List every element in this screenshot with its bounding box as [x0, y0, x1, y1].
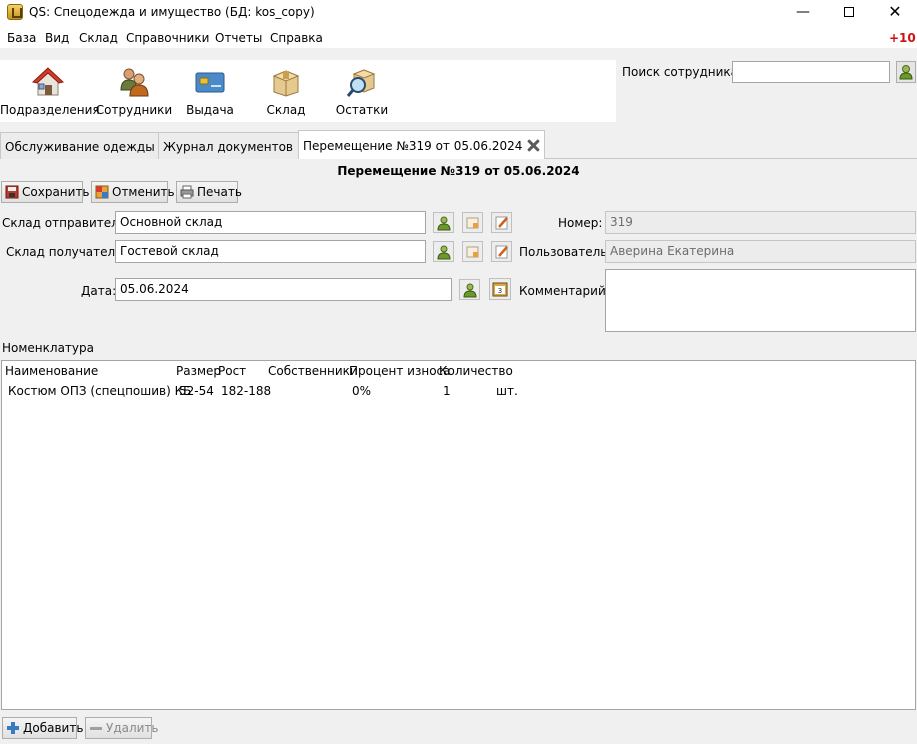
plus-icon: [7, 722, 19, 734]
card-icon: [195, 72, 225, 93]
window-title: QS: Спецодежда и имущество (БД: kos_copy…: [29, 5, 315, 19]
menu-item-sklad[interactable]: Склад: [79, 31, 118, 45]
close-window-button[interactable]: ✕: [872, 0, 917, 26]
column-header-owners[interactable]: Собственники: [268, 364, 358, 378]
add-item-button[interactable]: Добавить: [2, 717, 83, 739]
person-select-icon: [437, 216, 451, 231]
box-search-icon: [346, 69, 376, 97]
printer-icon: [180, 185, 194, 199]
app-lock-icon: [7, 4, 23, 20]
receiver-warehouse-label: Склад получатель:: [6, 245, 127, 259]
cancel-button-label: Отменить: [112, 185, 175, 199]
document-tabs: Обслуживание одежды Журнал документов Пе…: [0, 130, 917, 160]
date-label: Дата:: [81, 284, 117, 298]
employee-search-input[interactable]: [732, 61, 890, 83]
house-icon: [32, 67, 64, 96]
menu-item-spravka[interactable]: Справка: [270, 31, 323, 45]
cell-wear: 0%: [352, 384, 372, 398]
menu-item-otchety[interactable]: Отчеты: [215, 31, 262, 45]
toolbar-button-stock[interactable]: Остатки: [314, 60, 410, 122]
pencil-icon: [495, 245, 508, 259]
pencil-icon: [495, 216, 508, 230]
column-header-quantity[interactable]: Количество: [439, 364, 513, 378]
minus-icon: [90, 727, 102, 730]
undo-icon: [95, 185, 109, 199]
tab-label: Перемещение №319 от 05.06.2024: [303, 139, 523, 153]
open-card-icon: [466, 246, 479, 258]
nomenclature-label: Номенклатура: [2, 341, 94, 355]
calendar-button[interactable]: 3: [489, 278, 511, 300]
employee-search-label: Поиск сотрудника:: [622, 65, 743, 79]
sender-select-button[interactable]: [433, 212, 454, 233]
sender-warehouse-label: Склад отправитель:: [2, 216, 130, 230]
employee-search-button[interactable]: [896, 61, 916, 83]
maximize-icon: [844, 7, 854, 17]
column-header-name[interactable]: Наименование: [5, 364, 98, 378]
cell-height: 182-188: [221, 384, 272, 398]
tab-label: Журнал документов: [163, 140, 294, 154]
tab-label: Обслуживание одежды: [5, 140, 155, 154]
maximize-button[interactable]: [826, 0, 872, 26]
comment-field[interactable]: [605, 269, 916, 332]
document-title: Перемещение №319 от 05.06.2024: [337, 164, 580, 178]
sender-open-button[interactable]: [462, 212, 483, 233]
menu-item-baza[interactable]: База: [7, 31, 36, 45]
delete-item-label: Удалить: [106, 721, 159, 735]
tab-clothing-service[interactable]: Обслуживание одежды: [0, 132, 178, 159]
person-select-icon: [437, 245, 451, 260]
delete-item-button[interactable]: Удалить: [85, 717, 159, 739]
sender-edit-button[interactable]: [491, 212, 512, 233]
cancel-button[interactable]: Отменить: [91, 181, 175, 203]
tab-transfer-319[interactable]: Перемещение №319 от 05.06.2024: [298, 130, 546, 160]
transfer-document-panel: Перемещение №319 от 05.06.2024 Сохранить…: [0, 159, 917, 744]
calendar-icon: 3: [492, 282, 508, 297]
user-field: Аверина Екатерина: [605, 240, 916, 263]
cell-unit: шт.: [496, 384, 518, 398]
save-button[interactable]: Сохранить: [1, 181, 90, 203]
column-header-size[interactable]: Размер: [176, 364, 221, 378]
minimize-button[interactable]: —: [780, 0, 826, 26]
people-icon: [120, 68, 149, 97]
menu-item-spravochniki[interactable]: Справочники: [126, 31, 209, 45]
column-header-wear[interactable]: Процент износа: [349, 364, 451, 378]
tab-document-journal[interactable]: Журнал документов: [158, 132, 317, 159]
toolbar-label-departments: Подразделения: [0, 103, 100, 117]
date-select-button[interactable]: [459, 279, 480, 300]
cell-size: 52-54: [179, 384, 214, 398]
date-field[interactable]: 05.06.2024: [115, 278, 452, 301]
comment-label: Комментарий:: [519, 284, 610, 298]
box-icon: [272, 70, 300, 97]
receiver-edit-button[interactable]: [491, 241, 512, 262]
number-label: Номер:: [558, 216, 603, 230]
cell-name: Костюм ОПЗ (спецпошив) КБ: [8, 384, 192, 398]
open-card-icon: [466, 217, 479, 229]
add-item-label: Добавить: [23, 721, 84, 735]
cell-quantity: 1: [443, 384, 451, 398]
title-bar: QS: Спецодежда и имущество (БД: kos_copy…: [0, 0, 917, 26]
receiver-warehouse-field[interactable]: Гостевой склад: [115, 240, 426, 263]
nomenclature-table[interactable]: Наименование Размер Рост Собственники Пр…: [1, 360, 916, 710]
toolbar-button-departments[interactable]: Подразделения: [0, 60, 100, 122]
column-header-height[interactable]: Рост: [218, 364, 246, 378]
person-search-icon: [899, 65, 913, 80]
notification-badge[interactable]: +10: [889, 31, 916, 45]
svg-text:3: 3: [498, 287, 502, 295]
number-field: 319: [605, 211, 916, 234]
user-label: Пользователь:: [519, 245, 612, 259]
sender-warehouse-field[interactable]: Основной склад: [115, 211, 426, 234]
receiver-open-button[interactable]: [462, 241, 483, 262]
print-button[interactable]: Печать: [176, 181, 242, 203]
menu-item-vid[interactable]: Вид: [45, 31, 69, 45]
floppy-disk-icon: [5, 185, 19, 199]
person-select-icon: [463, 283, 477, 298]
close-icon[interactable]: [527, 139, 540, 152]
receiver-select-button[interactable]: [433, 241, 454, 262]
menu-bar: База Вид Склад Справочники Отчеты Справк…: [0, 26, 917, 48]
toolbar-label-stock: Остатки: [335, 103, 389, 117]
print-button-label: Печать: [197, 185, 242, 199]
save-button-label: Сохранить: [22, 185, 90, 199]
main-toolbar: Подразделения Сотрудники Выдача Склад Ос…: [0, 60, 616, 122]
